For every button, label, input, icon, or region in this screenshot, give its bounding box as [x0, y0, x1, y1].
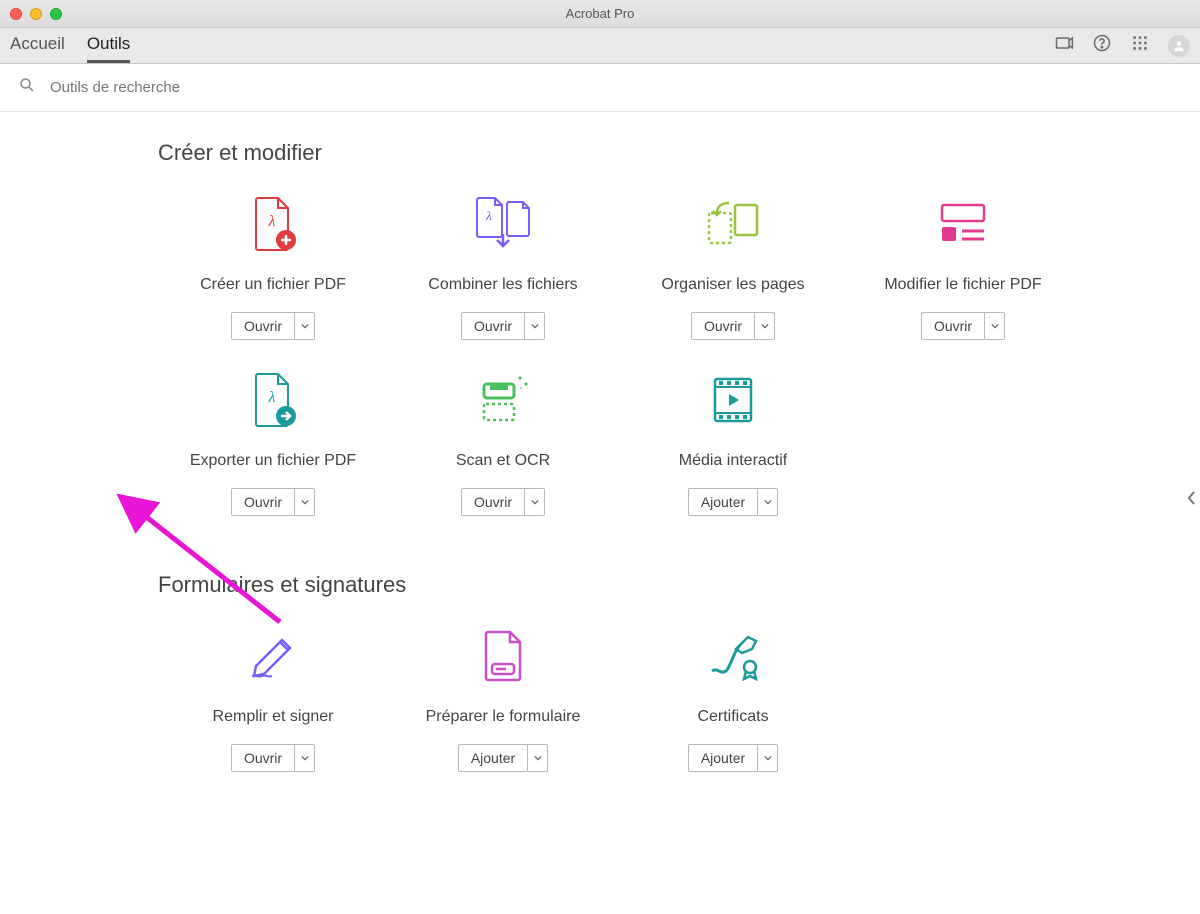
tool-combine-files[interactable]: λ Combiner les fichiers Ouvrir: [388, 194, 618, 340]
account-avatar[interactable]: [1168, 35, 1190, 57]
dropdown-caret-icon[interactable]: [294, 313, 314, 339]
tool-label: Certificats: [697, 708, 768, 726]
tool-add-button[interactable]: Ajouter: [458, 744, 548, 772]
prepare-form-icon: [482, 626, 524, 686]
tool-label: Remplir et signer: [213, 708, 334, 726]
main-toolbar: Accueil Outils: [0, 28, 1200, 64]
tool-label: Modifier le fichier PDF: [884, 276, 1041, 294]
search-icon: [18, 76, 36, 99]
svg-text:λ: λ: [268, 213, 276, 230]
dropdown-caret-icon[interactable]: [757, 745, 777, 771]
tool-open-button[interactable]: Ouvrir: [231, 312, 315, 340]
certificates-icon: [704, 626, 762, 686]
tool-label: Scan et OCR: [456, 452, 550, 470]
search-bar: [0, 64, 1200, 112]
section-title-create-modify: Créer et modifier: [158, 140, 1200, 166]
dropdown-caret-icon[interactable]: [524, 489, 544, 515]
panel-collapse-chevron-icon[interactable]: [1184, 486, 1200, 510]
dropdown-caret-icon[interactable]: [294, 745, 314, 771]
scan-ocr-icon: [476, 370, 530, 430]
tool-label: Préparer le formulaire: [426, 708, 581, 726]
dropdown-caret-icon[interactable]: [757, 489, 777, 515]
dropdown-caret-icon[interactable]: [524, 313, 544, 339]
tool-organize-pages[interactable]: Organiser les pages Ouvrir: [618, 194, 848, 340]
dropdown-caret-icon[interactable]: [527, 745, 547, 771]
tool-create-pdf[interactable]: λ Créer un fichier PDF Ouvrir: [158, 194, 388, 340]
tool-fill-sign[interactable]: Remplir et signer Ouvrir: [158, 626, 388, 772]
search-input[interactable]: [50, 79, 1182, 96]
tool-label: Créer un fichier PDF: [200, 276, 346, 294]
tool-label: Organiser les pages: [661, 276, 804, 294]
window-controls: [0, 8, 62, 20]
tool-label: Média interactif: [679, 452, 788, 470]
tool-open-button[interactable]: Ouvrir: [231, 488, 315, 516]
tool-open-button[interactable]: Ouvrir: [231, 744, 315, 772]
tool-open-button[interactable]: Ouvrir: [461, 488, 545, 516]
tool-open-button[interactable]: Ouvrir: [691, 312, 775, 340]
tool-label: Combiner les fichiers: [428, 276, 577, 294]
tool-scan-ocr[interactable]: Scan et OCR Ouvrir: [388, 370, 618, 516]
edit-pdf-icon: [938, 194, 988, 254]
combine-files-icon: λ: [473, 194, 533, 254]
minimize-window-button[interactable]: [30, 8, 42, 20]
tool-export-pdf[interactable]: λ Exporter un fichier PDF Ouvrir: [158, 370, 388, 516]
dropdown-caret-icon[interactable]: [984, 313, 1004, 339]
window-title: Acrobat Pro: [0, 6, 1200, 21]
interactive-media-icon: [711, 370, 755, 430]
close-window-button[interactable]: [10, 8, 22, 20]
tab-tools[interactable]: Outils: [87, 28, 130, 63]
tool-edit-pdf[interactable]: Modifier le fichier PDF Ouvrir: [848, 194, 1078, 340]
dropdown-caret-icon[interactable]: [294, 489, 314, 515]
tool-add-button[interactable]: Ajouter: [688, 744, 778, 772]
tool-label: Exporter un fichier PDF: [190, 452, 356, 470]
share-icon[interactable]: [1054, 33, 1074, 58]
tool-open-button[interactable]: Ouvrir: [461, 312, 545, 340]
svg-text:λ: λ: [485, 208, 492, 223]
create-pdf-icon: λ: [248, 194, 298, 254]
export-pdf-icon: λ: [248, 370, 298, 430]
zoom-window-button[interactable]: [50, 8, 62, 20]
tool-certificates[interactable]: Certificats Ajouter: [618, 626, 848, 772]
section-title-forms-signatures: Formulaires et signatures: [158, 572, 1200, 598]
tool-interactive-media[interactable]: Média interactif Ajouter: [618, 370, 848, 516]
tab-home[interactable]: Accueil: [10, 28, 65, 63]
tool-prepare-form[interactable]: Préparer le formulaire Ajouter: [388, 626, 618, 772]
tool-open-button[interactable]: Ouvrir: [921, 312, 1005, 340]
help-icon[interactable]: [1092, 33, 1112, 58]
apps-grid-icon[interactable]: [1130, 33, 1150, 58]
svg-text:λ: λ: [268, 389, 276, 406]
fill-sign-icon: [246, 626, 300, 686]
window-titlebar: Acrobat Pro: [0, 0, 1200, 28]
dropdown-caret-icon[interactable]: [754, 313, 774, 339]
tool-add-button[interactable]: Ajouter: [688, 488, 778, 516]
organize-pages-icon: [705, 194, 761, 254]
